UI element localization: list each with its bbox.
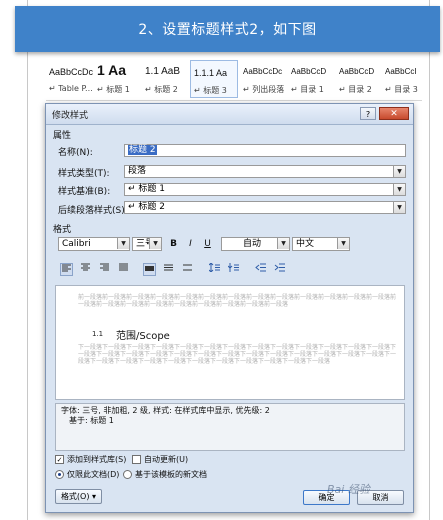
- add-to-gallery-checkbox[interactable]: ✓: [55, 455, 64, 464]
- chevron-down-icon: ▼: [393, 202, 405, 213]
- tile-name: ↵ Table P...: [49, 84, 93, 93]
- preview-next-paragraph: 下一段落下一段落下一段落下一段落下一段落下一段落下一段落下一段落下一段落下一段落…: [78, 344, 397, 365]
- chevron-down-icon: ▼: [393, 166, 405, 177]
- style-description: 字体: 三号, 非加粗, 2 级, 样式: 在样式库中显示, 优先级: 2 基于…: [55, 403, 405, 451]
- align-center-icon[interactable]: [79, 263, 92, 276]
- style-gallery: AaBbCcDc ↵ Table P... 1 Aa ↵ 标题 1 1.1 Aa…: [46, 58, 422, 101]
- new-documents-label: 基于该模板的新文档: [135, 470, 207, 479]
- tile-name: ↵ 目录 2: [339, 85, 372, 94]
- align-right-icon[interactable]: [98, 263, 111, 276]
- based-on-select[interactable]: ↵ 标题 1 ▼: [124, 183, 406, 196]
- modify-style-dialog: 修改样式 ? ✕ 属性 名称(N): 标题 2 样式类型(T): 段落 ▼ 样式基…: [45, 103, 414, 513]
- dialog-titlebar[interactable]: 修改样式 ? ✕: [46, 104, 413, 125]
- tile-sample: AaBbCcD: [291, 67, 327, 76]
- underline-button[interactable]: U: [201, 238, 214, 251]
- align-left-icon[interactable]: [60, 263, 73, 276]
- tile-name: ↵ 列出段落: [243, 85, 285, 94]
- help-button[interactable]: ?: [360, 107, 376, 120]
- tile-sample: 1 Aa: [97, 62, 127, 78]
- style-type-select[interactable]: 段落 ▼: [124, 165, 406, 178]
- bold-button[interactable]: B: [167, 238, 180, 251]
- style-type-label: 样式类型(T):: [58, 169, 110, 179]
- font-color-select[interactable]: 自动 ▼: [221, 237, 290, 251]
- increase-indent-icon[interactable]: [273, 263, 286, 276]
- style-tile-list-paragraph[interactable]: AaBbCcDc ↵ 列出段落: [240, 60, 288, 98]
- new-documents-radio[interactable]: [123, 470, 132, 479]
- page-right-edge: [429, 0, 430, 520]
- style-name-input[interactable]: 标题 2: [124, 144, 406, 157]
- style-tile-heading-3[interactable]: 1.1.1 Aa ↵ 标题 3: [190, 60, 238, 98]
- only-this-document-radio[interactable]: [55, 470, 64, 479]
- tile-name: ↵ 标题 2: [145, 85, 178, 94]
- format-section-label: 格式: [53, 225, 72, 235]
- page-left-edge: [27, 0, 28, 520]
- tile-sample: AaBbCcDc: [243, 67, 283, 76]
- double-spacing-icon[interactable]: [181, 263, 194, 276]
- chevron-down-icon: ▼: [277, 238, 289, 249]
- tile-sample: 1.1.1 Aa: [194, 68, 228, 78]
- based-on-value: ↵ 标题 1: [128, 184, 165, 194]
- close-button[interactable]: ✕: [379, 107, 409, 120]
- tile-sample: AaBbCcI: [385, 67, 417, 76]
- style-preview: 前一段落前一段落前一段落前一段落前一段落前一段落前一段落前一段落前一段落前一段落…: [55, 285, 405, 400]
- style-tile-toc-1[interactable]: AaBbCcD ↵ 目录 1: [288, 60, 334, 98]
- tile-name: ↵ 目录 1: [291, 85, 324, 94]
- properties-section-label: 属性: [53, 131, 72, 141]
- justify-icon[interactable]: [117, 263, 130, 276]
- tile-name: ↵ 目录 3: [385, 85, 418, 94]
- description-line-1: 字体: 三号, 非加粗, 2 级, 样式: 在样式库中显示, 优先级: 2: [61, 406, 270, 415]
- font-size-select[interactable]: 三号 ▼: [132, 237, 162, 251]
- step-banner: 2、设置标题样式2，如下图: [15, 6, 440, 52]
- baidu-watermark: Bai 经验: [327, 483, 370, 496]
- chevron-down-icon: ▼: [149, 238, 161, 249]
- one-half-spacing-icon[interactable]: [162, 263, 175, 276]
- chevron-down-icon: ▼: [337, 238, 349, 249]
- style-tile-toc-2[interactable]: AaBbCcD ↵ 目录 2: [336, 60, 382, 98]
- style-tile-heading-1[interactable]: 1 Aa ↵ 标题 1: [94, 60, 140, 98]
- auto-update-checkbox[interactable]: [132, 455, 141, 464]
- language-value: 中文: [296, 239, 315, 249]
- tile-sample: AaBbCcD: [339, 67, 375, 76]
- language-select[interactable]: 中文 ▼: [292, 237, 350, 251]
- add-to-gallery-label: 添加到样式库(S): [67, 455, 127, 464]
- font-color-value: 自动: [243, 239, 262, 249]
- only-this-document-label: 仅限此文档(D): [67, 470, 120, 479]
- decrease-indent-icon[interactable]: [254, 263, 267, 276]
- banner-text: 2、设置标题样式2，如下图: [138, 22, 317, 38]
- based-on-label: 样式基准(B):: [58, 187, 111, 197]
- format-menu-button[interactable]: 格式(O) ▾: [55, 489, 102, 504]
- next-style-select[interactable]: ↵ 标题 2 ▼: [124, 201, 406, 214]
- font-name-value: Calibri: [62, 239, 91, 249]
- tile-name: ↵ 标题 1: [97, 85, 130, 94]
- single-spacing-icon[interactable]: [143, 263, 156, 276]
- font-name-select[interactable]: Calibri ▼: [58, 237, 130, 251]
- chevron-down-icon: ▼: [117, 238, 129, 249]
- preview-heading-text: 范围/Scope: [116, 331, 170, 342]
- style-tile-heading-2[interactable]: 1.1 AaB ↵ 标题 2: [142, 60, 188, 98]
- tile-name: ↵ 标题 3: [194, 86, 227, 95]
- tile-sample: AaBbCcDc: [49, 67, 94, 77]
- style-tile-table-p[interactable]: AaBbCcDc ↵ Table P...: [46, 60, 94, 98]
- next-style-value: ↵ 标题 2: [128, 202, 165, 212]
- space-before-icon[interactable]: [208, 262, 221, 276]
- dialog-title: 修改样式: [52, 111, 89, 121]
- name-label: 名称(N):: [58, 148, 93, 158]
- description-line-2: 基于: 标题 1: [69, 416, 114, 425]
- preview-previous-paragraph: 前一段落前一段落前一段落前一段落前一段落前一段落前一段落前一段落前一段落前一段落…: [78, 294, 397, 308]
- preview-heading-number: 1.1: [92, 330, 104, 338]
- chevron-down-icon: ▼: [393, 184, 405, 195]
- next-style-label: 后续段落样式(S):: [58, 206, 128, 216]
- style-tile-toc-3[interactable]: AaBbCcI ↵ 目录 3: [382, 60, 422, 98]
- style-name-value: 标题 2: [128, 145, 157, 155]
- space-after-icon[interactable]: [227, 263, 240, 276]
- style-type-value: 段落: [128, 166, 147, 176]
- tile-sample: 1.1 AaB: [145, 66, 181, 77]
- italic-button[interactable]: I: [184, 238, 197, 251]
- auto-update-label: 自动更新(U): [144, 455, 189, 464]
